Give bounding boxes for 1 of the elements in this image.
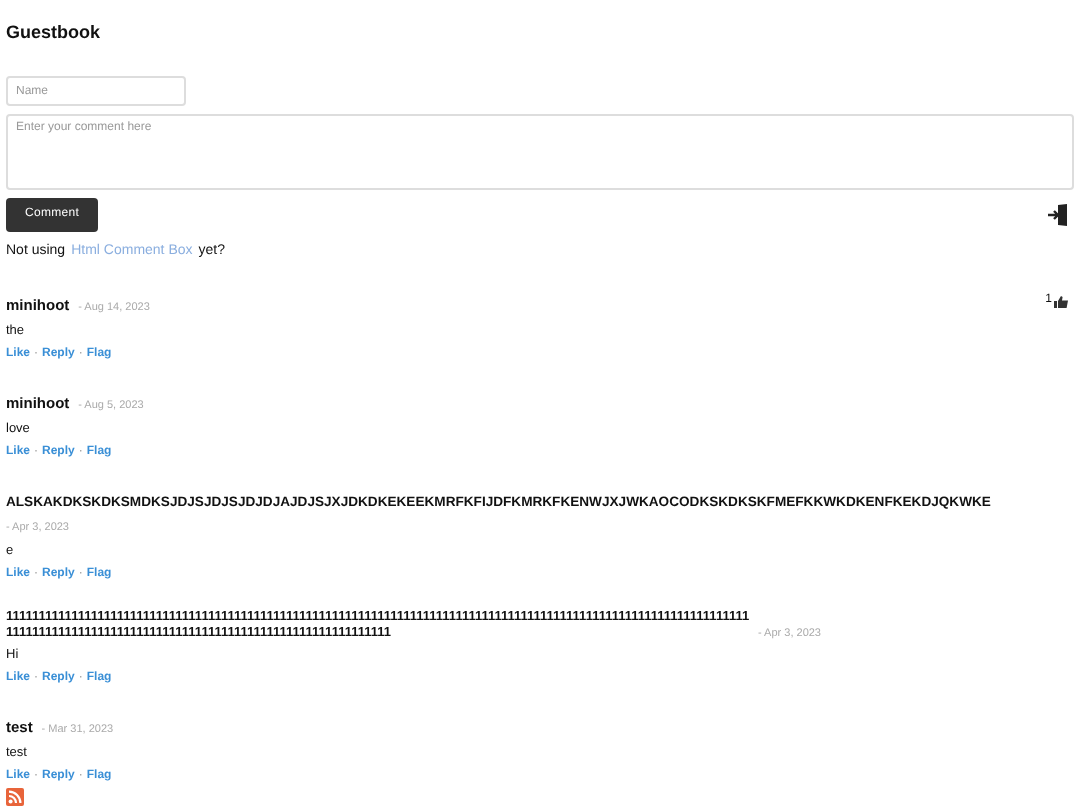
guestbook-title: Guestbook xyxy=(6,20,103,44)
